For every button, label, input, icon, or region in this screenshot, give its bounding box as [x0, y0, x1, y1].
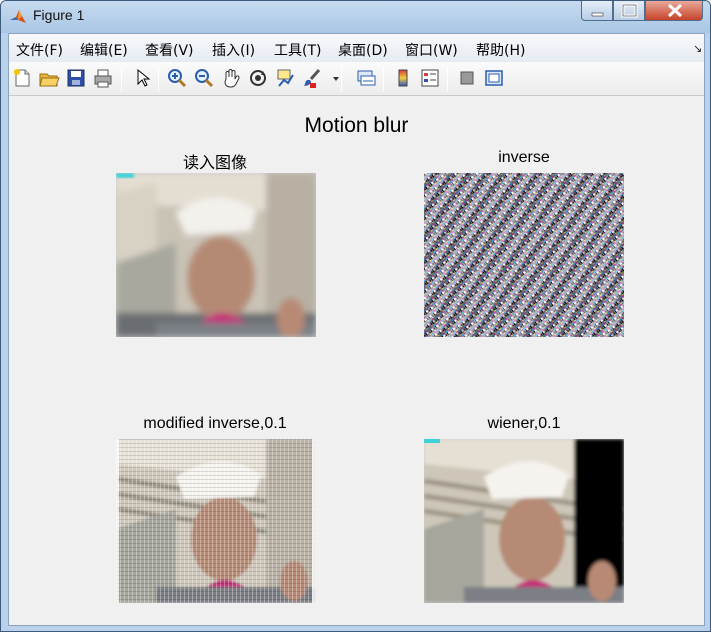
pointer-icon[interactable] — [131, 67, 153, 89]
title-bar[interactable]: Figure 1 — [1, 1, 710, 33]
menu-insert[interactable]: 插入(I) — [212, 40, 255, 60]
pan-hand-icon[interactable] — [220, 67, 242, 89]
menu-desktop[interactable]: 桌面(D) — [338, 40, 388, 60]
blurred-face-photo[interactable] — [116, 173, 316, 337]
maximize-button[interactable] — [613, 1, 645, 21]
figure-suptitle: Motion blur — [304, 114, 409, 137]
restored-face-photo-with-ringing[interactable] — [116, 439, 316, 603]
close-button[interactable] — [645, 1, 703, 21]
show-plot-tools-icon[interactable] — [483, 67, 505, 89]
menu-tools[interactable]: 工具(T) — [274, 40, 321, 60]
hide-plot-tools-icon[interactable] — [456, 67, 478, 89]
data-cursor-icon[interactable] — [274, 67, 296, 89]
figure-client-area: 文件(F) 编辑(E) 查看(V) 插入(I) 工具(T) 桌面(D) 窗口(W… — [8, 33, 705, 626]
zoom-in-icon[interactable] — [166, 67, 188, 89]
figure-toolbar — [9, 62, 704, 96]
minimize-icon — [591, 12, 604, 17]
print-icon[interactable] — [92, 67, 114, 89]
noise-pattern[interactable] — [424, 173, 624, 337]
menu-file[interactable]: 文件(F) — [16, 40, 63, 60]
zoom-out-icon[interactable] — [193, 67, 215, 89]
figure-canvas[interactable]: Motion blur 读入图像 inverse modified invers… — [9, 97, 704, 625]
axes-title: wiener,0.1 — [487, 415, 561, 432]
new-figure-icon[interactable] — [11, 67, 33, 89]
maximize-icon — [621, 3, 638, 18]
menu-edit[interactable]: 编辑(E) — [80, 40, 128, 60]
menu-help[interactable]: 帮助(H) — [476, 40, 525, 60]
menu-window[interactable]: 窗口(W) — [405, 40, 458, 60]
link-plot-icon[interactable] — [355, 67, 377, 89]
matlab-logo-icon — [9, 8, 27, 26]
brush-dropdown-icon[interactable] — [325, 67, 339, 89]
toolbar-separator — [341, 67, 342, 91]
save-icon[interactable] — [65, 67, 87, 89]
colorbar-icon[interactable] — [392, 67, 414, 89]
menu-view[interactable]: 查看(V) — [145, 40, 194, 60]
toolbar-separator — [121, 67, 122, 91]
close-icon — [667, 3, 683, 18]
menu-overflow-icon[interactable]: ↘ — [693, 42, 702, 55]
axes-title: modified inverse,0.1 — [143, 415, 287, 432]
restored-face-photo[interactable] — [424, 439, 624, 603]
brush-icon[interactable] — [301, 67, 323, 89]
menu-bar: 文件(F) 编辑(E) 查看(V) 插入(I) 工具(T) 桌面(D) 窗口(W… — [9, 34, 704, 62]
figure-window: Figure 1 文件(F) 编辑(E) 查看(V) 插入(I) 工具(T) 桌… — [0, 0, 711, 632]
window-title: Figure 1 — [33, 7, 85, 23]
open-file-icon[interactable] — [38, 67, 60, 89]
axes-title: inverse — [498, 149, 550, 166]
rotate-3d-icon[interactable] — [247, 67, 269, 89]
toolbar-separator — [158, 67, 159, 91]
minimize-button[interactable] — [581, 1, 613, 21]
toolbar-separator — [447, 67, 448, 91]
legend-icon[interactable] — [419, 67, 441, 89]
toolbar-separator — [383, 67, 384, 91]
axes-title: 读入图像 — [182, 155, 247, 172]
